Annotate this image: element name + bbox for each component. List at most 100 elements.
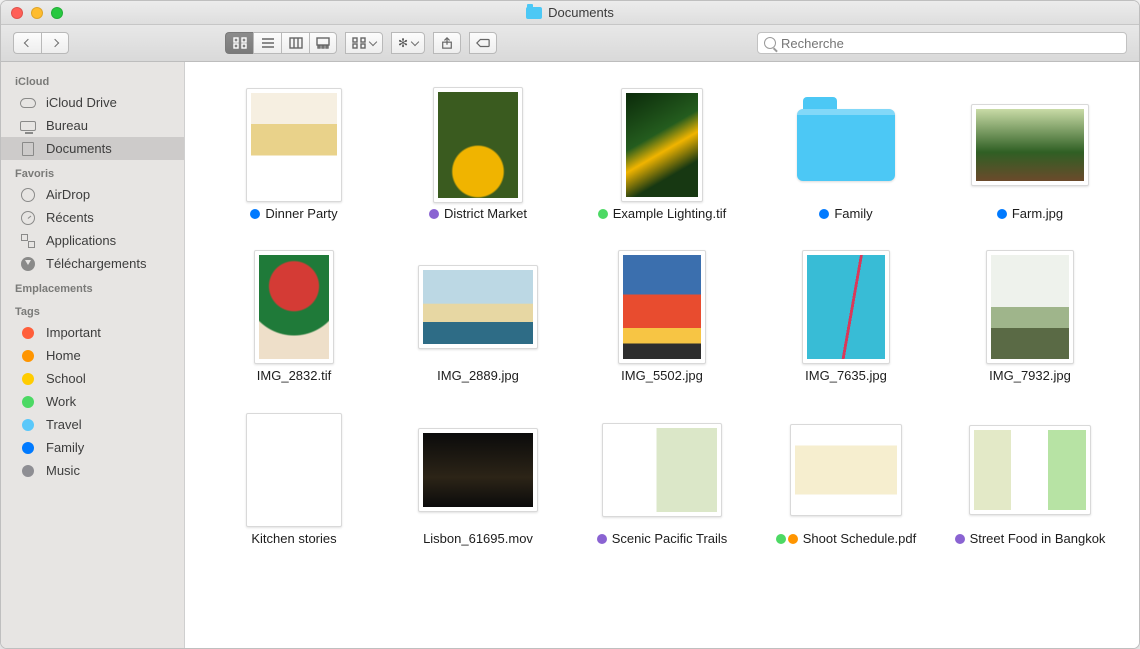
view-list-button[interactable] <box>253 32 281 54</box>
file-item[interactable]: IMG_7932.jpg <box>945 252 1115 384</box>
file-name-label: Example Lighting.tif <box>613 206 726 222</box>
minimize-window-button[interactable] <box>31 7 43 19</box>
gear-icon: ✻ <box>398 36 408 50</box>
file-item[interactable]: Shoot Schedule.pdf <box>761 415 931 547</box>
sidebar-tag-item[interactable]: Work <box>1 390 184 413</box>
file-item[interactable]: District Market <box>393 90 563 222</box>
search-input[interactable] <box>781 36 1120 51</box>
file-item[interactable]: Scenic Pacific Trails <box>577 415 747 547</box>
sidebar: iCloudiCloud DriveBureauDocumentsFavoris… <box>1 62 185 648</box>
desktop-icon <box>19 119 37 133</box>
sidebar-item[interactable]: Bureau <box>1 114 184 137</box>
file-thumbnail <box>246 90 342 200</box>
downloads-icon <box>19 257 37 271</box>
sidebar-tag-item[interactable]: Music <box>1 459 184 482</box>
document-icon <box>19 142 37 156</box>
sidebar-tag-item[interactable]: Family <box>1 436 184 459</box>
close-window-button[interactable] <box>11 7 23 19</box>
file-item[interactable]: IMG_2832.tif <box>209 252 379 384</box>
group-by-control[interactable] <box>345 32 383 54</box>
forward-button[interactable] <box>41 32 69 54</box>
sidebar-tag-item[interactable]: Travel <box>1 413 184 436</box>
view-mode-group <box>225 32 337 54</box>
share-button[interactable] <box>433 32 461 54</box>
tag-dot-icon <box>776 534 786 544</box>
file-item[interactable]: Farm.jpg <box>945 90 1115 222</box>
applications-icon <box>19 234 37 248</box>
action-menu[interactable]: ✻ <box>391 32 425 54</box>
file-name-label: Shoot Schedule.pdf <box>803 531 916 547</box>
file-thumbnail <box>797 90 895 200</box>
window-title: Documents <box>548 5 614 20</box>
tag-dot-icon <box>955 534 965 544</box>
sidebar-tag-item[interactable]: Important <box>1 321 184 344</box>
icon-grid: Dinner Party District Market Example Light… <box>207 90 1117 547</box>
sidebar-item-label: iCloud Drive <box>46 95 117 110</box>
file-item[interactable]: IMG_2889.jpg <box>393 252 563 384</box>
sidebar-item[interactable]: iCloud Drive <box>1 91 184 114</box>
file-item[interactable]: IMG_7635.jpg <box>761 252 931 384</box>
file-item[interactable]: Family <box>761 90 931 222</box>
sidebar-item-label: AirDrop <box>46 187 90 202</box>
zoom-window-button[interactable] <box>51 7 63 19</box>
file-name-label: IMG_5502.jpg <box>621 368 703 384</box>
sidebar-item[interactable]: Applications <box>1 229 184 252</box>
file-thumbnail <box>621 90 703 200</box>
traffic-lights <box>11 7 63 19</box>
sidebar-tag-item[interactable]: Home <box>1 344 184 367</box>
sidebar-item[interactable]: Documents <box>1 137 184 160</box>
tag-dot-icon <box>19 326 37 340</box>
search-field[interactable] <box>757 32 1127 54</box>
tag-dot-icon <box>597 534 607 544</box>
titlebar: Documents <box>1 1 1139 25</box>
sidebar-item[interactable]: Téléchargements <box>1 252 184 275</box>
file-item[interactable]: Dinner Party <box>209 90 379 222</box>
tag-dot-icon <box>598 209 608 219</box>
view-icon-button[interactable] <box>225 32 253 54</box>
file-name-label: Family <box>834 206 872 222</box>
sidebar-section-header: Emplacements <box>1 275 184 298</box>
sidebar-item-label: Work <box>46 394 76 409</box>
sidebar-item-label: Téléchargements <box>46 256 146 271</box>
sidebar-item[interactable]: Récents <box>1 206 184 229</box>
folder-icon <box>797 109 895 181</box>
sidebar-item-label: School <box>46 371 86 386</box>
sidebar-item-label: Documents <box>46 141 112 156</box>
file-name-label: IMG_7932.jpg <box>989 368 1071 384</box>
recents-icon <box>19 211 37 225</box>
sidebar-section-header: iCloud <box>1 68 184 91</box>
tag-dot-icon <box>429 209 439 219</box>
view-columns-button[interactable] <box>281 32 309 54</box>
file-name-label: IMG_2889.jpg <box>437 368 519 384</box>
sidebar-section-header: Tags <box>1 298 184 321</box>
tag-dot-icon <box>819 209 829 219</box>
file-thumbnail <box>418 252 538 362</box>
file-item[interactable]: Example Lighting.tif <box>577 90 747 222</box>
file-thumbnail <box>254 252 334 362</box>
nav-group <box>13 32 69 54</box>
sidebar-item[interactable]: AirDrop <box>1 183 184 206</box>
search-icon <box>764 37 776 49</box>
content-area: Dinner Party District Market Example Light… <box>185 62 1139 648</box>
file-thumbnail <box>969 415 1091 525</box>
tags-button[interactable] <box>469 32 497 54</box>
file-item[interactable]: Street Food in Bangkok <box>945 415 1115 547</box>
file-name-label: Street Food in Bangkok <box>970 531 1106 547</box>
file-name-label: IMG_7635.jpg <box>805 368 887 384</box>
file-name-label: Dinner Party <box>265 206 337 222</box>
file-item[interactable]: Lisbon_61695.mov <box>393 415 563 547</box>
file-item[interactable]: Kitchen stories <box>209 415 379 547</box>
tag-dot-icon <box>19 349 37 363</box>
file-thumbnail <box>790 415 902 525</box>
file-item[interactable]: IMG_5502.jpg <box>577 252 747 384</box>
sidebar-item-label: Applications <box>46 233 116 248</box>
file-name-label: Farm.jpg <box>1012 206 1063 222</box>
sidebar-item-label: Récents <box>46 210 94 225</box>
file-thumbnail <box>618 252 706 362</box>
back-button[interactable] <box>13 32 41 54</box>
view-gallery-button[interactable] <box>309 32 337 54</box>
tag-dot-icon <box>997 209 1007 219</box>
tag-dot-icon <box>19 441 37 455</box>
sidebar-item-label: Travel <box>46 417 82 432</box>
sidebar-tag-item[interactable]: School <box>1 367 184 390</box>
